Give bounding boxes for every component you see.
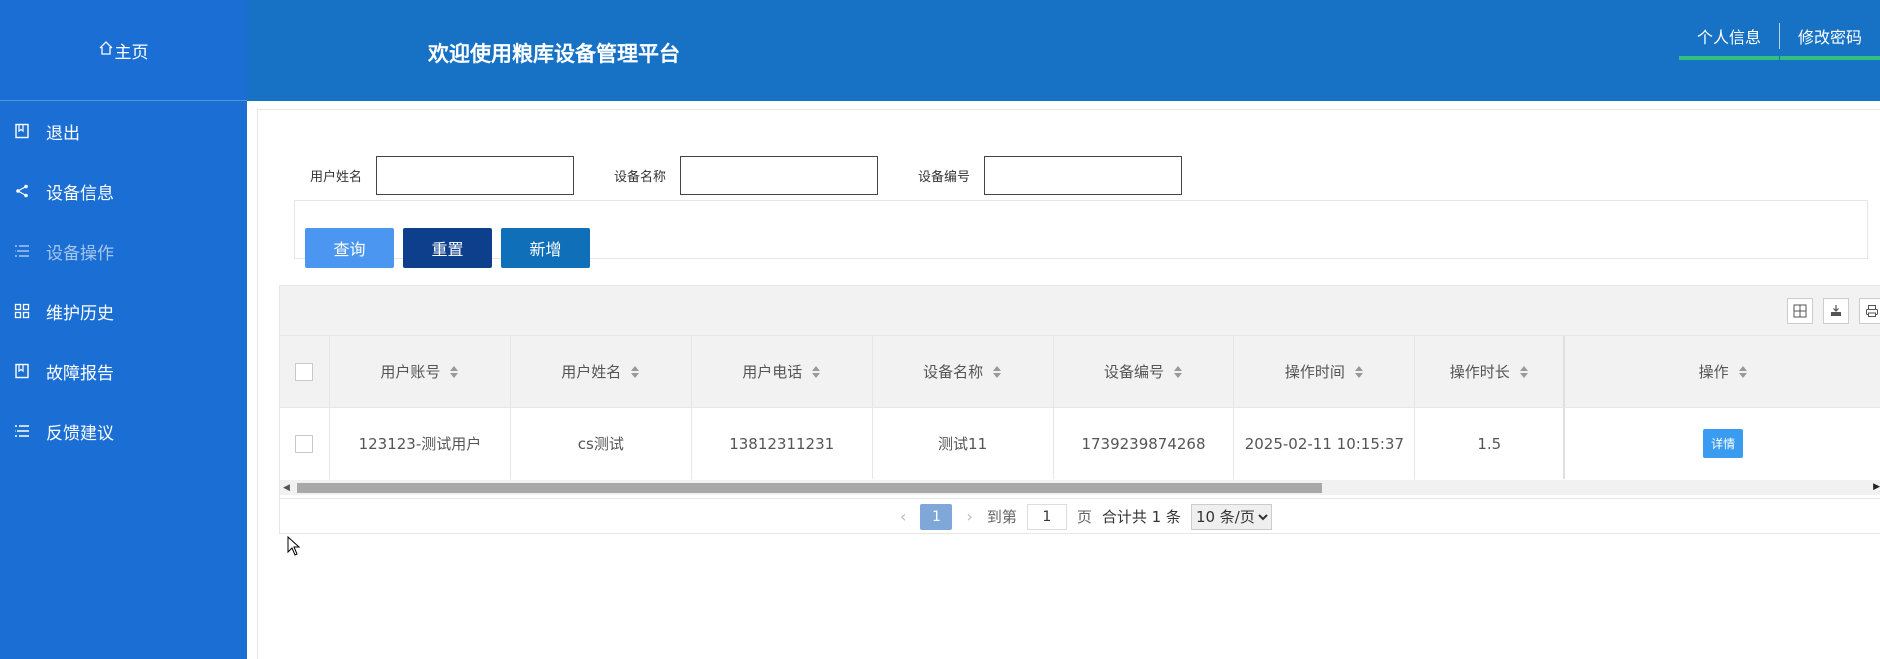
total-count: 合计共 1 条 <box>1101 508 1181 526</box>
sort-icon[interactable] <box>993 365 1002 378</box>
sidebar-item-device-operation[interactable]: 设备操作 <box>0 221 247 281</box>
sort-icon[interactable] <box>631 365 640 378</box>
horizontal-scrollbar[interactable]: ◀ ▶ <box>280 480 1880 495</box>
col-header-label: 操作时间 <box>1284 363 1345 381</box>
table-header: 用户账号 用户姓名 用户电话 设备名称 设备编号 操作时间 操作时长 操作 <box>280 336 1880 408</box>
sort-icon[interactable] <box>1173 365 1183 378</box>
goto-label: 到第 <box>986 508 1017 526</box>
device-no-label: 设备编号 <box>918 170 971 185</box>
query-button[interactable]: 查询 <box>305 228 394 268</box>
device-no-field-wrap <box>984 156 1182 195</box>
share-icon <box>12 181 32 201</box>
col-header-label: 设备编号 <box>1103 363 1164 381</box>
sidebar-item-label: 故障报告 <box>46 363 114 384</box>
sidebar: 主页 退出 设备信息 设备操作 维护历史 故障报告 反馈建议 <box>0 0 247 659</box>
col-account[interactable]: 用户账号 <box>330 336 511 407</box>
col-header-label: 操作 <box>1698 363 1729 381</box>
col-name[interactable]: 用户姓名 <box>511 336 692 407</box>
mouse-cursor-icon <box>287 535 301 560</box>
change-password-link[interactable]: 修改密码 <box>1779 19 1880 60</box>
sort-icon[interactable] <box>450 365 459 378</box>
print-icon[interactable] <box>1859 298 1880 324</box>
cell-action: 详情 <box>1565 408 1880 479</box>
reset-button[interactable]: 重置 <box>403 228 492 268</box>
sidebar-home[interactable]: 主页 <box>0 0 247 101</box>
next-page-icon[interactable]: › <box>966 507 972 526</box>
home-icon <box>99 40 113 60</box>
page-size-select[interactable]: 10 条/页 <box>1190 503 1272 530</box>
list-icon <box>12 241 32 261</box>
goto-page-input[interactable]: 1 <box>1026 503 1067 530</box>
cell-phone: 13812311231 <box>692 408 873 479</box>
username-input[interactable] <box>377 157 573 194</box>
col-device-name[interactable]: 设备名称 <box>873 336 1054 407</box>
cell-name: cs测试 <box>511 408 692 479</box>
sidebar-item-label: 反馈建议 <box>46 423 114 444</box>
export-icon[interactable] <box>1823 298 1849 324</box>
col-header-label: 操作时长 <box>1449 363 1510 381</box>
table-toolbar <box>280 286 1880 336</box>
data-table: 用户账号 用户姓名 用户电话 设备名称 设备编号 操作时间 操作时长 操作 12… <box>279 285 1880 534</box>
search-form: 用户姓名 设备名称 设备编号 <box>294 156 1206 195</box>
device-name-field-wrap <box>680 156 878 195</box>
select-all-cell <box>280 336 330 407</box>
col-header-label: 用户姓名 <box>561 363 622 381</box>
col-device-no[interactable]: 设备编号 <box>1054 336 1235 407</box>
sidebar-item-label: 维护历史 <box>46 303 114 324</box>
username-field-wrap <box>376 156 574 195</box>
pagination: ‹ 1 › 到第 1 页 合计共 1 条 10 条/页 <box>280 498 1880 534</box>
scroll-left-icon[interactable]: ◀ <box>283 483 290 493</box>
col-action[interactable]: 操作 <box>1565 336 1880 407</box>
sidebar-item-label: 设备操作 <box>46 243 114 264</box>
header-links: 个人信息 修改密码 <box>1678 19 1880 60</box>
sidebar-item-label: 设备信息 <box>46 183 114 204</box>
page-title: 欢迎使用粮库设备管理平台 <box>428 42 680 66</box>
current-page[interactable]: 1 <box>920 503 953 530</box>
username-label: 用户姓名 <box>310 170 363 185</box>
list-icon <box>12 421 32 441</box>
top-header: 欢迎使用粮库设备管理平台 个人信息 修改密码 <box>247 0 1880 101</box>
sort-icon[interactable] <box>1519 365 1529 378</box>
cell-device-name: 测试11 <box>873 408 1054 479</box>
cell-account: 123123-测试用户 <box>330 408 511 479</box>
book-icon <box>12 121 32 141</box>
scroll-thumb[interactable] <box>297 483 1322 493</box>
sidebar-item-logout[interactable]: 退出 <box>0 101 247 161</box>
cell-device-no: 1739239874268 <box>1054 408 1235 479</box>
cell-duration: 1.5 <box>1415 408 1566 479</box>
book-icon <box>12 361 32 381</box>
prev-page-icon[interactable]: ‹ <box>900 507 906 526</box>
col-op-time[interactable]: 操作时间 <box>1234 336 1416 407</box>
add-button[interactable]: 新增 <box>501 228 590 268</box>
sidebar-item-feedback[interactable]: 反馈建议 <box>0 401 247 461</box>
profile-link[interactable]: 个人信息 <box>1678 19 1779 60</box>
sidebar-item-device-info[interactable]: 设备信息 <box>0 161 247 221</box>
detail-button[interactable]: 详情 <box>1703 429 1744 458</box>
sidebar-home-label: 主页 <box>114 42 149 63</box>
sidebar-item-maintenance-history[interactable]: 维护历史 <box>0 281 247 341</box>
col-duration[interactable]: 操作时长 <box>1415 336 1566 407</box>
select-all-checkbox[interactable] <box>295 362 314 381</box>
col-header-label: 用户账号 <box>380 363 441 381</box>
sidebar-item-fault-report[interactable]: 故障报告 <box>0 341 247 401</box>
scroll-right-icon[interactable]: ▶ <box>1873 482 1880 492</box>
row-select-cell <box>280 408 330 479</box>
columns-icon[interactable] <box>1787 298 1813 324</box>
cell-op-time: 2025-02-11 10:15:37 <box>1234 408 1416 479</box>
sidebar-item-label: 退出 <box>46 123 80 144</box>
col-header-label: 用户电话 <box>742 363 803 381</box>
page-unit-label: 页 <box>1076 508 1092 526</box>
device-name-label: 设备名称 <box>614 170 667 185</box>
table-row: 123123-测试用户 cs测试 13812311231 测试11 173923… <box>280 408 1880 479</box>
sort-icon[interactable] <box>812 365 821 378</box>
sort-icon[interactable] <box>1738 365 1748 378</box>
device-name-input[interactable] <box>681 157 877 194</box>
col-phone[interactable]: 用户电话 <box>692 336 873 407</box>
main-panel: 用户姓名 设备名称 设备编号 查询 重置 新增 用户账号 用户姓名 用户电话 设… <box>257 109 1880 659</box>
device-no-input[interactable] <box>985 157 1181 194</box>
col-header-label: 设备名称 <box>923 363 984 381</box>
row-checkbox[interactable] <box>295 434 314 453</box>
grid-icon <box>12 301 32 321</box>
sort-icon[interactable] <box>1354 365 1364 378</box>
